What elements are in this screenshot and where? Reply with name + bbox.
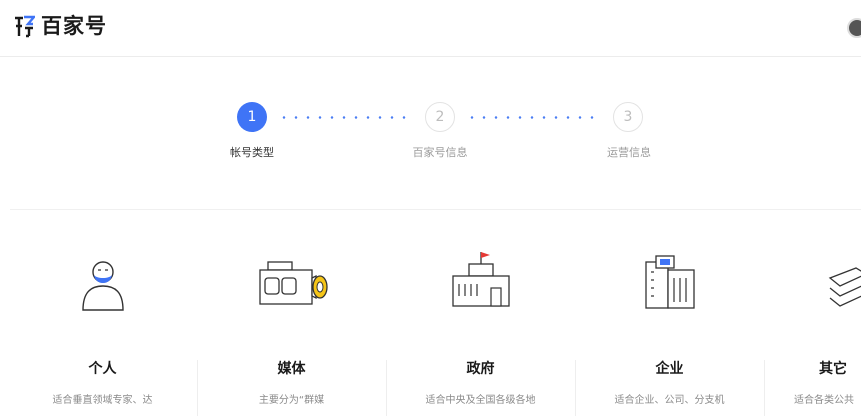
camera-icon <box>258 261 328 305</box>
logo-text: 百家号 <box>41 14 107 38</box>
account-type-other[interactable]: 其它 适合各类公共 <box>764 240 861 419</box>
section-divider <box>10 209 861 210</box>
account-type-enterprise[interactable]: 企业 适合企业、公司、分支机 <box>575 240 764 419</box>
baijiahao-logo[interactable]: 百家号 <box>13 14 107 38</box>
other-card-content: 其它 适合各类公共 <box>764 240 861 419</box>
top-header: 百家号 <box>0 0 861 57</box>
account-type-title: 个人 <box>88 361 117 377</box>
account-type-list: 个人 适合垂直领域专家、达 媒体 主要分为“群媒 政府 适合中央及全国各级各地 <box>0 240 861 419</box>
step-1-circle: 1 <box>237 102 267 132</box>
step-connector-2 <box>466 116 602 119</box>
account-type-title: 政府 <box>466 361 495 377</box>
step-3-circle: 3 <box>613 102 643 132</box>
account-type-government[interactable]: 政府 适合中央及全国各级各地 <box>386 240 575 419</box>
user-avatar[interactable] <box>847 18 861 38</box>
account-type-media[interactable]: 媒体 主要分为“群媒 <box>197 240 386 419</box>
registration-steps: 1 2 3 帐号类型 百家号信息 运营信息 <box>0 96 861 166</box>
step-1-label: 帐号类型 <box>230 146 274 159</box>
account-type-description: 适合各类公共 <box>794 395 854 406</box>
person-icon <box>81 261 124 311</box>
baijiahao-logo-icon <box>15 15 35 38</box>
government-building-icon <box>451 252 510 307</box>
office-building-icon <box>644 255 695 309</box>
account-type-title: 企业 <box>655 361 684 377</box>
step-2-label: 百家号信息 <box>412 146 468 159</box>
account-type-description: 适合垂直领域专家、达 <box>52 395 153 406</box>
step-2-circle: 2 <box>425 102 455 132</box>
account-type-personal[interactable]: 个人 适合垂直领域专家、达 <box>8 240 197 419</box>
account-type-description: 适合中央及全国各级各地 <box>425 395 536 406</box>
step-connector-1 <box>278 116 414 119</box>
account-type-title: 其它 <box>819 361 847 377</box>
step-3-label: 运营信息 <box>607 146 651 159</box>
account-type-title: 媒体 <box>277 361 306 377</box>
account-type-description: 适合企业、公司、分支机 <box>614 395 725 406</box>
account-type-description: 主要分为“群媒 <box>258 395 325 406</box>
